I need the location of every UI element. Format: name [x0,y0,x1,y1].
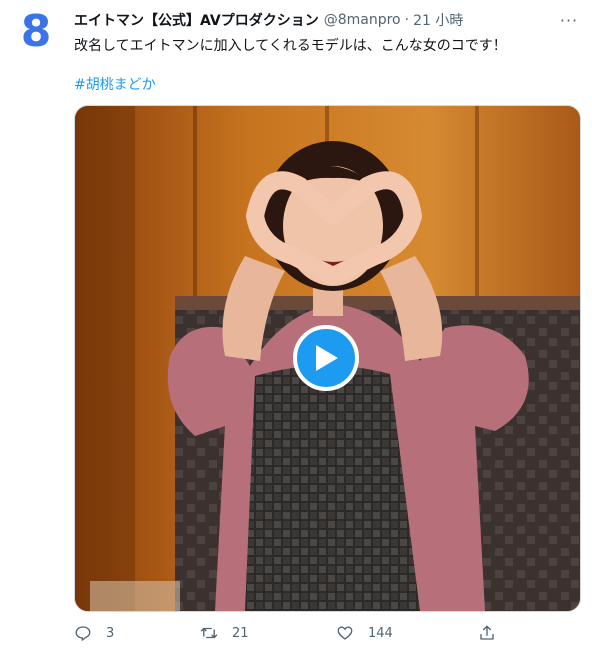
retweet-icon [200,627,218,639]
reply-button[interactable]: 3 [74,620,114,646]
share-button[interactable] [478,620,496,646]
retweet-button[interactable]: 21 [200,620,249,646]
like-count: 144 [368,625,393,641]
tweet-actions: 3 21 144 [70,620,510,646]
like-button[interactable]: 144 [336,620,393,646]
reply-icon [75,626,91,641]
tweet-text: 改名してエイトマンに加入してくれるモデルは、こんな女のコです！ [74,38,507,54]
play-button[interactable] [293,325,359,391]
heart-icon [337,626,353,640]
play-icon [316,345,338,371]
more-options-button[interactable]: ··· [558,10,580,30]
hashtag-link[interactable]: #胡桃まどか [74,74,156,94]
tweet-header: エイトマン【公式】AVプロダクション @8manpro · 21 小時 [74,9,562,31]
avatar[interactable]: 8 [12,8,60,56]
tweet[interactable]: 8 エイトマン【公式】AVプロダクション @8manpro · 21 小時 ··… [0,0,592,650]
display-name[interactable]: エイトマン【公式】AVプロダクション [74,10,319,30]
video-player[interactable] [74,105,581,612]
share-icon [480,625,494,640]
timestamp[interactable]: 21 小時 [413,10,463,30]
retweet-count: 21 [232,625,249,641]
avatar-logo: 8 [20,6,52,57]
reply-count: 3 [106,625,115,641]
separator: · [404,12,410,28]
more-icon: ··· [559,10,579,30]
user-handle[interactable]: @8manpro [324,12,401,28]
